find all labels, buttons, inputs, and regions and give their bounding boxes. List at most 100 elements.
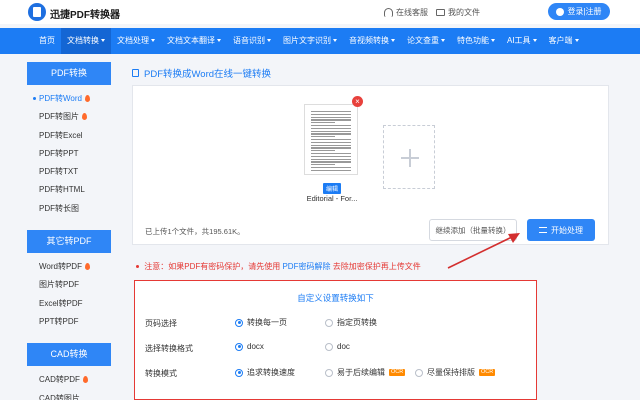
password-notice: 注意：如果PDF有密码保护，请先使用 PDF密码解除 去除加密保护再上传文件	[136, 261, 421, 272]
nav-item-9[interactable]: AI工具	[501, 28, 543, 54]
sidebar-item[interactable]: PDF转Excel	[27, 127, 111, 145]
sidebar-item-label: Word转PDF	[39, 262, 82, 272]
chevron-down-icon	[101, 39, 105, 43]
edit-file-tag[interactable]: 编辑	[323, 183, 342, 194]
nav-item-1[interactable]: 文档转换	[61, 28, 111, 54]
sidebar-item-label: PDF转TXT	[39, 167, 79, 177]
nav-item-label: 语音识别	[233, 36, 265, 45]
radio-option-label: doc	[337, 342, 350, 351]
setting-label: 转换模式	[145, 369, 177, 378]
chevron-down-icon	[333, 39, 337, 43]
radio-option-label: 尽量保持排版	[427, 368, 475, 377]
add-file-button[interactable]	[383, 125, 435, 189]
sidebar-item[interactable]: Excel转PDF	[27, 295, 111, 313]
active-bullet-icon	[33, 97, 36, 101]
brand-logo-icon[interactable]	[28, 3, 46, 21]
radio-option-label: 转换每一页	[247, 318, 287, 327]
brand-name[interactable]: 迅捷PDF转换器	[50, 6, 120, 21]
chevron-down-icon	[532, 39, 537, 43]
radio-option-label: 追求转换速度	[247, 368, 295, 377]
radio-option[interactable]: 追求转换速度	[235, 367, 295, 378]
document-text-line	[311, 119, 351, 121]
sidebar-item-label: PDF转长图	[39, 203, 79, 213]
sidebar-section-title: CAD转换	[27, 343, 111, 367]
customer-service-link[interactable]: 在线客服	[384, 7, 428, 18]
radio-option[interactable]: docx	[235, 342, 264, 351]
document-icon	[132, 69, 139, 77]
nav-item-label: 文档转换	[67, 36, 99, 45]
radio-option[interactable]: doc	[325, 342, 350, 351]
nav-item-2[interactable]: 文档处理	[111, 28, 161, 54]
radio-option[interactable]: 尽量保持排版 OCR	[415, 367, 496, 378]
top-header: 迅捷PDF转换器 在线客服 我的文件 登录|注册	[0, 0, 640, 24]
nav-item-label: 文档处理	[117, 36, 149, 45]
radio-circle-icon	[325, 368, 333, 377]
login-register-button[interactable]: 登录|注册	[548, 3, 610, 20]
nav-item-label: 论文查重	[407, 36, 439, 45]
hot-flame-icon	[82, 113, 87, 121]
radio-option[interactable]: 转换每一页	[235, 317, 287, 328]
remove-file-button[interactable]: ×	[352, 96, 363, 107]
main-nav: 首页 文档转换 文档处理 文档文本翻译 语音识别 图片文字识别 音视频转换 论文查重 特色功能 A…	[0, 28, 640, 54]
pdf-unlock-link[interactable]: PDF密码解除	[282, 262, 330, 271]
sidebar-item[interactable]: CAD转图片	[27, 390, 111, 400]
radio-option[interactable]: 指定页转换	[325, 317, 377, 328]
nav-item-label: 首页	[39, 36, 55, 45]
chevron-down-icon	[217, 39, 221, 43]
page-title: PDF转换成Word在线一键转换	[132, 66, 271, 80]
sidebar-item[interactable]: PDF转TXT	[27, 163, 111, 181]
sidebar-item[interactable]: PDF转PPT	[27, 145, 111, 163]
document-text-line	[311, 141, 351, 143]
sidebar-item-label: Excel转PDF	[39, 298, 83, 308]
nav-item-8[interactable]: 特色功能	[451, 28, 501, 54]
sidebar-item[interactable]: PDF转HTML	[27, 181, 111, 199]
nav-item-label: 特色功能	[457, 36, 489, 45]
document-text-line	[311, 167, 351, 169]
document-text-line	[311, 169, 351, 171]
nav-item-6[interactable]: 音视频转换	[343, 28, 401, 54]
nav-item-3[interactable]: 文档文本翻译	[161, 28, 227, 54]
nav-item-4[interactable]: 语音识别	[227, 28, 277, 54]
customer-service-label: 在线客服	[396, 8, 428, 17]
nav-item-7[interactable]: 论文查重	[401, 28, 451, 54]
start-process-button[interactable]: 开始处理	[527, 219, 595, 241]
setting-label: 选择转换格式	[145, 344, 193, 353]
nav-item-10[interactable]: 客户端	[543, 28, 585, 54]
sidebar-item[interactable]: PDF转图片	[27, 108, 111, 126]
sidebar-item[interactable]: CAD转PDF	[27, 371, 111, 389]
sidebar-item[interactable]: Word转PDF	[27, 258, 111, 276]
document-text-line	[311, 113, 351, 115]
upload-status: 已上传1个文件，共195.61K。	[145, 227, 245, 236]
sidebar-item-label: PDF转PPT	[39, 148, 79, 158]
sidebar-item-label: PDF转Word	[39, 94, 82, 103]
sidebar-item[interactable]: PDF转Word	[27, 90, 111, 108]
chevron-down-icon	[391, 39, 395, 43]
annotation-arrow	[447, 233, 520, 269]
nav-item-label: AI工具	[507, 36, 531, 45]
my-files-label: 我的文件	[448, 8, 480, 17]
radio-option[interactable]: 易于后续编辑 OCR	[325, 367, 406, 378]
document-text-line	[311, 130, 351, 132]
notice-prefix: 注意：如果PDF有密码保护，请先使用	[144, 262, 281, 271]
chevron-down-icon	[267, 39, 271, 43]
my-files-link[interactable]: 我的文件	[436, 7, 480, 18]
sidebar-section-title: PDF转换	[27, 62, 111, 85]
radio-circle-icon	[325, 342, 333, 351]
chevron-down-icon	[574, 39, 579, 43]
nav-item-label: 文档文本翻译	[167, 36, 215, 45]
nav-item-0[interactable]: 首页	[33, 28, 61, 54]
radio-circle-icon	[415, 368, 423, 377]
document-text-line	[311, 147, 351, 149]
document-text-line	[311, 136, 335, 138]
radio-circle-icon	[235, 342, 243, 351]
hot-flame-icon	[84, 263, 90, 271]
start-process-label: 开始处理	[551, 225, 583, 235]
file-thumbnail[interactable]	[304, 104, 358, 175]
sidebar-item[interactable]: PPT转PDF	[27, 313, 111, 331]
nav-item-5[interactable]: 图片文字识别	[277, 28, 343, 54]
page-title-text: PDF转换成Word在线一键转换	[144, 69, 272, 80]
sidebar-item[interactable]: 图片转PDF	[27, 276, 111, 294]
sidebar-item[interactable]: PDF转长图	[27, 200, 111, 218]
document-text-line	[311, 161, 351, 163]
login-register-label: 登录|注册	[567, 7, 602, 16]
